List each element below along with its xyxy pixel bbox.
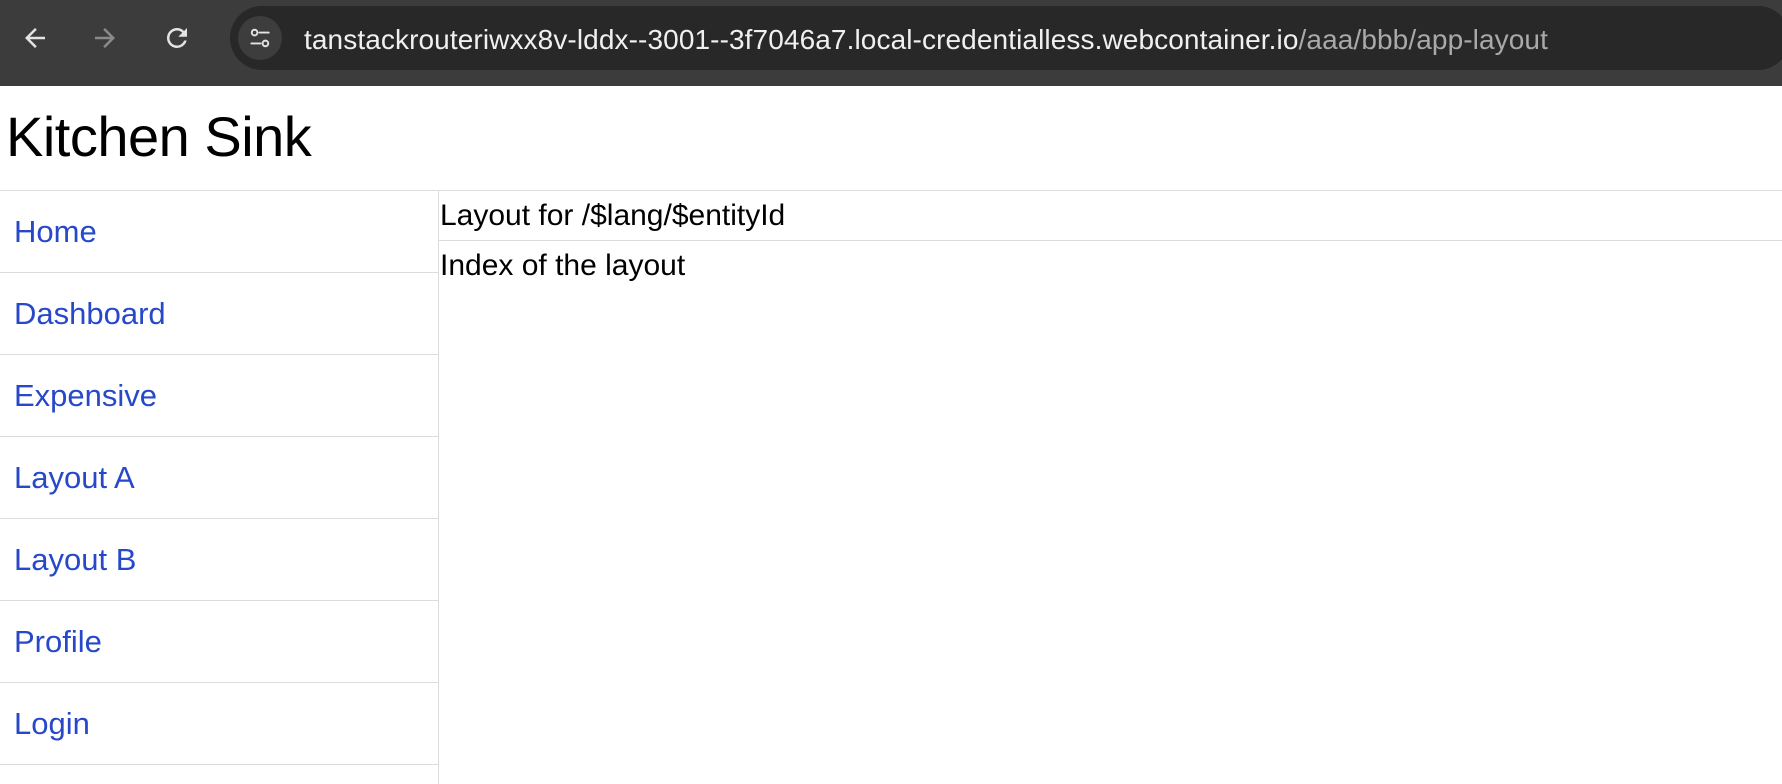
page-title: Kitchen Sink [6, 105, 312, 168]
main-content: Layout for /$lang/$entityId Index of the… [439, 191, 1782, 784]
layout-index-text: Index of the layout [440, 249, 686, 282]
page-body: Kitchen Sink Home Dashboard Expensive La… [0, 86, 1782, 784]
sidebar-item-expensive[interactable]: Expensive [0, 355, 438, 437]
sidebar-item-home[interactable]: Home [0, 191, 438, 273]
sidebar-item-layout-b[interactable]: Layout B [0, 519, 438, 601]
reload-icon[interactable] [157, 18, 197, 58]
address-bar[interactable]: tanstackrouteriwxx8v-lddx--3001--3f7046a… [230, 6, 1782, 70]
sidebar-nav: Home Dashboard Expensive Layout A Layout… [0, 191, 439, 784]
url-path: /aaa/bbb/app-layout [1298, 24, 1548, 55]
back-arrow-icon[interactable] [15, 18, 55, 58]
layout-header: Layout for /$lang/$entityId [439, 191, 1782, 241]
sidebar-item-layout-a[interactable]: Layout A [0, 437, 438, 519]
tune-icon[interactable] [238, 16, 282, 60]
sidebar-item-dashboard[interactable]: Dashboard [0, 273, 438, 355]
url-text[interactable]: tanstackrouteriwxx8v-lddx--3001--3f7046a… [304, 24, 1548, 56]
url-host: tanstackrouteriwxx8v-lddx--3001--3f7046a… [304, 24, 1299, 55]
browser-toolbar: tanstackrouteriwxx8v-lddx--3001--3f7046a… [0, 0, 1782, 86]
sidebar-item-profile[interactable]: Profile [0, 601, 438, 683]
sidebar-item-login[interactable]: Login [0, 683, 438, 765]
forward-arrow-icon[interactable] [85, 18, 125, 58]
